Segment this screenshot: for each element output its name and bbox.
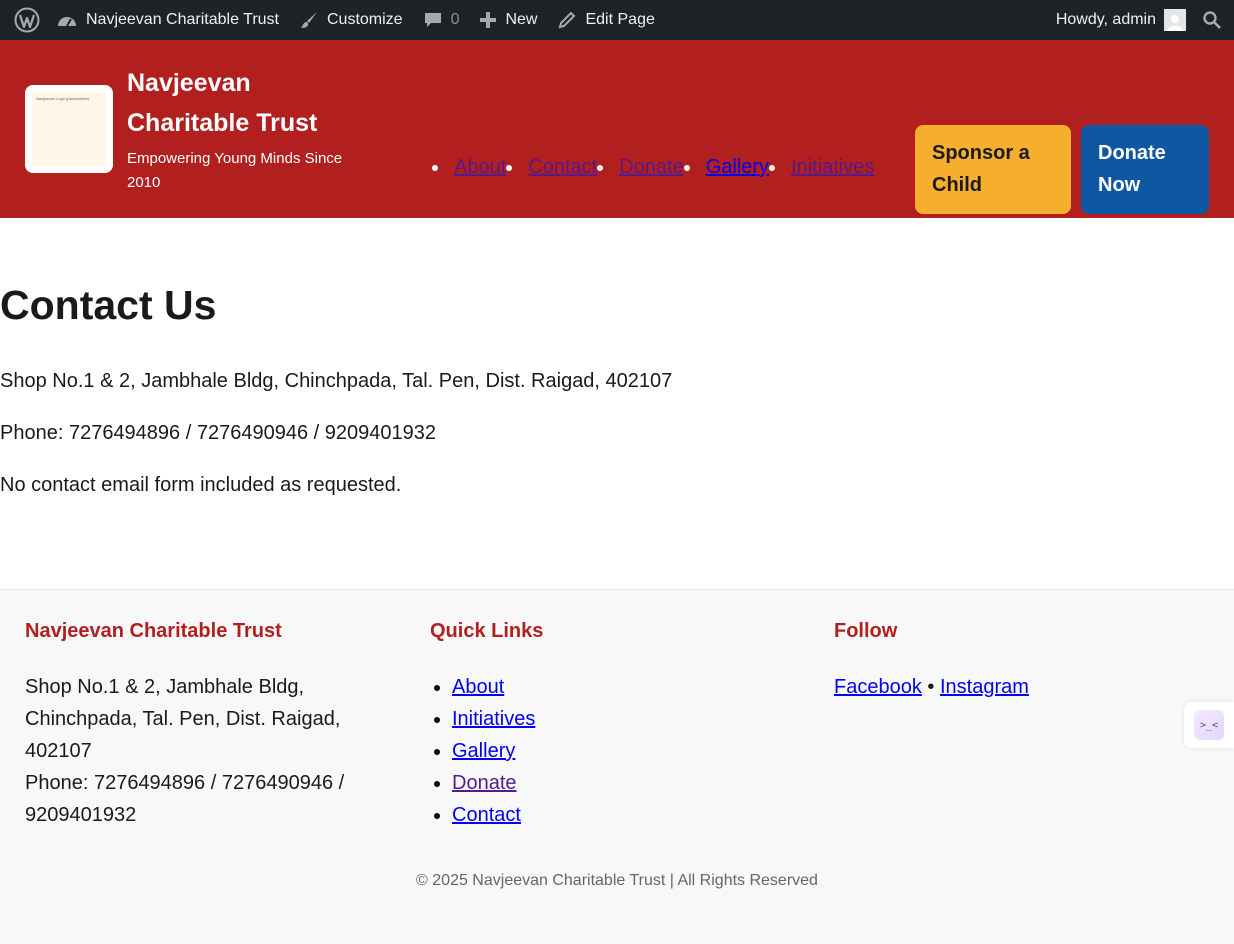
nav-item-about: About [432, 156, 506, 179]
copyright-notice: © 2025 Navjeevan Charitable Trust | All … [416, 872, 818, 889]
footer-col-follow: Follow Facebook • Instagram [834, 620, 1214, 703]
donate-line1: Donate [1098, 142, 1166, 164]
nav-item-gallery: Gallery [683, 156, 769, 179]
footer-link-gallery[interactable]: Gallery [452, 740, 515, 762]
footer-link-donate[interactable]: Donate [452, 772, 517, 794]
customize-label: Customize [326, 11, 403, 28]
wordpress-menu[interactable] [8, 0, 46, 40]
floating-widget-button[interactable]: >_< [1184, 702, 1234, 748]
site-header: Navjeevan Logo (placeholder) Navjeevan C… [0, 40, 1234, 218]
dashboard-icon [58, 17, 76, 27]
admin-bar-customize[interactable]: Customize [289, 0, 413, 40]
nav-link-gallery[interactable]: Gallery [706, 156, 769, 179]
list-item: Initiatives [452, 703, 810, 735]
list-item: Gallery [452, 735, 810, 767]
instagram-link[interactable]: Instagram [940, 676, 1029, 698]
page-title: Contact Us [0, 282, 217, 328]
site-title-line2: Charitable Trust [127, 109, 318, 137]
wordpress-icon [14, 7, 40, 33]
sponsor-line2: Child [932, 174, 982, 196]
admin-bar-left: Navjeevan Charitable Trust Customize 0 N… [8, 0, 665, 40]
sponsor-line1: Sponsor a [932, 142, 1030, 164]
nav-item-contact: Contact [506, 156, 597, 179]
contact-phone: Phone: 7276494896 / 7276490946 / 9209401… [0, 422, 436, 444]
site-tagline: Empowering Young Minds Since 2010 [127, 147, 377, 195]
admin-bar-new[interactable]: New [469, 0, 547, 40]
site-title-line1: Navjeevan [127, 69, 251, 97]
admin-bar-search[interactable] [1196, 0, 1226, 40]
bullet-icon [597, 164, 604, 171]
logo-alt-text: Navjeevan Logo (placeholder) [36, 96, 90, 101]
nav-item-donate: Donate [597, 156, 684, 179]
edit-page-label: Edit Page [585, 11, 655, 28]
nav-item-initiatives: Initiatives [769, 156, 874, 179]
search-icon [1203, 11, 1221, 29]
admin-bar: Navjeevan Charitable Trust Customize 0 N… [0, 0, 1234, 40]
site-logo[interactable]: Navjeevan Logo (placeholder) [25, 85, 113, 173]
footer-address-line2: Chinchpada, Tal. Pen, Dist. Raigad, [25, 708, 341, 730]
pencil-icon [559, 11, 576, 29]
nav-link-donate[interactable]: Donate [619, 156, 684, 179]
footer-link-about[interactable]: About [452, 676, 504, 698]
donate-line2: Now [1098, 174, 1141, 196]
admin-account-menu[interactable]: Howdy, admin [1046, 0, 1196, 40]
admin-bar-site-name[interactable]: Navjeevan Charitable Trust [46, 0, 289, 40]
list-item: Donate [452, 767, 810, 799]
list-item: Contact [452, 799, 810, 831]
footer-phone-line1: Phone: 7276494896 / 7276490946 / [25, 772, 345, 794]
nav-link-about[interactable]: About [454, 156, 506, 179]
site-title[interactable]: Navjeevan Charitable Trust [127, 63, 377, 143]
list-item: About [452, 671, 810, 703]
comments-count: 0 [450, 11, 460, 28]
logo-placeholder: Navjeevan Logo (placeholder) [32, 92, 106, 166]
bullet-icon [506, 164, 513, 171]
brush-icon [300, 12, 317, 28]
primary-nav: About Contact Donate Gallery Initiatives [432, 156, 874, 179]
plus-icon [480, 12, 497, 28]
user-avatar-icon [1167, 15, 1183, 31]
nav-link-contact[interactable]: Contact [528, 156, 597, 179]
footer-link-contact[interactable]: Contact [452, 804, 521, 826]
footer-contact-info: Shop No.1 & 2, Jambhale Bldg, Chinchpada… [25, 671, 405, 831]
tagline-line1: Empowering Young Minds Since [127, 150, 343, 167]
avatar [1164, 9, 1186, 31]
site-footer: Navjeevan Charitable Trust Shop No.1 & 2… [0, 589, 1234, 944]
footer-quick-links: About Initiatives Gallery Donate Contact [430, 671, 810, 831]
donate-now-button[interactable]: Donate Now [1081, 125, 1209, 214]
social-separator: • [927, 676, 935, 698]
bullet-icon [683, 164, 690, 171]
admin-bar-comments[interactable]: 0 [413, 0, 470, 40]
sponsor-a-child-button[interactable]: Sponsor a Child [915, 125, 1071, 214]
facebook-link[interactable]: Facebook [834, 676, 922, 698]
nav-link-initiatives[interactable]: Initiatives [791, 156, 874, 179]
site-branding: Navjeevan Charitable Trust Empowering Yo… [127, 63, 377, 195]
contact-address: Shop No.1 & 2, Jambhale Bldg, Chinchpada… [0, 370, 673, 392]
admin-bar-right: Howdy, admin [1046, 0, 1226, 40]
comment-icon [424, 13, 441, 27]
footer-phone-line2: 9209401932 [25, 804, 137, 826]
footer-col-about: Navjeevan Charitable Trust Shop No.1 & 2… [25, 620, 405, 831]
howdy-label: Howdy, admin [1055, 11, 1156, 28]
site-name-label: Navjeevan Charitable Trust [86, 11, 279, 28]
footer-link-initiatives[interactable]: Initiatives [452, 708, 535, 730]
footer-quick-links-heading: Quick Links [430, 620, 544, 642]
new-label: New [505, 11, 538, 28]
footer-org-heading: Navjeevan Charitable Trust [25, 620, 282, 642]
tagline-line2: 2010 [127, 174, 161, 191]
footer-col-links: Quick Links About Initiatives Gallery Do… [430, 620, 810, 831]
footer-address-line1: Shop No.1 & 2, Jambhale Bldg, [25, 676, 305, 698]
bullet-icon [769, 164, 776, 171]
widget-code-icon: >_< [1194, 710, 1224, 740]
contact-note: No contact email form included as reques… [0, 474, 402, 496]
footer-follow-heading: Follow [834, 620, 898, 642]
admin-bar-edit-page[interactable]: Edit Page [547, 0, 664, 40]
footer-address-line3: 402107 [25, 740, 92, 762]
footer-social-links: Facebook • Instagram [834, 671, 1214, 703]
bullet-icon [432, 164, 438, 171]
